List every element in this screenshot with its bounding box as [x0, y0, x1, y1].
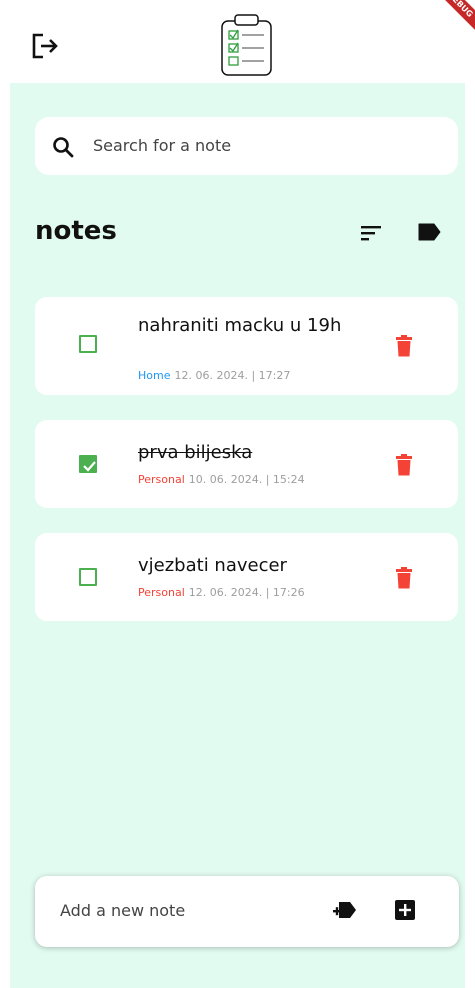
- top-bar: DEBUG: [0, 0, 475, 83]
- note-checkbox[interactable]: [79, 568, 97, 586]
- label-icon[interactable]: [417, 222, 441, 242]
- search-bar[interactable]: Search for a note: [35, 117, 458, 175]
- clipboard-checklist-icon: [221, 14, 272, 76]
- search-input[interactable]: Search for a note: [93, 136, 231, 155]
- add-box-icon[interactable]: [394, 899, 416, 921]
- note-text: nahraniti macku u 19h: [138, 315, 342, 336]
- sort-icon[interactable]: [359, 223, 383, 243]
- note-meta: Personal 12. 06. 2024. | 17:26: [138, 586, 305, 599]
- note-category: Home: [138, 369, 171, 382]
- main-content: Search for a note notes nahraniti macku …: [10, 83, 465, 988]
- delete-icon[interactable]: [395, 453, 413, 477]
- note-card: vjezbati navecer Personal 12. 06. 2024. |…: [35, 533, 458, 621]
- note-meta: Home 12. 06. 2024. | 17:27: [138, 369, 290, 382]
- note-category: Personal: [138, 586, 185, 599]
- debug-banner: DEBUG: [423, 0, 475, 42]
- note-date: 10. 06. 2024. | 15:24: [188, 473, 305, 486]
- note-text: vjezbati navecer: [138, 555, 287, 576]
- note-checkbox[interactable]: [79, 335, 97, 353]
- delete-icon[interactable]: [395, 334, 413, 358]
- note-card: prva biljeska Personal 10. 06. 2024. | 15…: [35, 420, 458, 508]
- note-date: 12. 06. 2024. | 17:27: [174, 369, 291, 382]
- add-note-bar: Add a new note: [35, 876, 459, 947]
- new-label-icon[interactable]: [333, 899, 357, 921]
- note-checkbox[interactable]: [79, 455, 97, 473]
- delete-icon[interactable]: [395, 566, 413, 590]
- add-note-input[interactable]: Add a new note: [60, 901, 185, 920]
- note-meta: Personal 10. 06. 2024. | 15:24: [138, 473, 305, 486]
- note-category: Personal: [138, 473, 185, 486]
- logout-icon[interactable]: [31, 33, 59, 59]
- search-icon: [53, 137, 74, 158]
- page-title: notes: [35, 216, 117, 246]
- note-text: prva biljeska: [138, 442, 253, 463]
- note-date: 12. 06. 2024. | 17:26: [188, 586, 305, 599]
- note-card: nahraniti macku u 19h Home 12. 06. 2024. …: [35, 297, 458, 395]
- check-icon: [83, 461, 96, 472]
